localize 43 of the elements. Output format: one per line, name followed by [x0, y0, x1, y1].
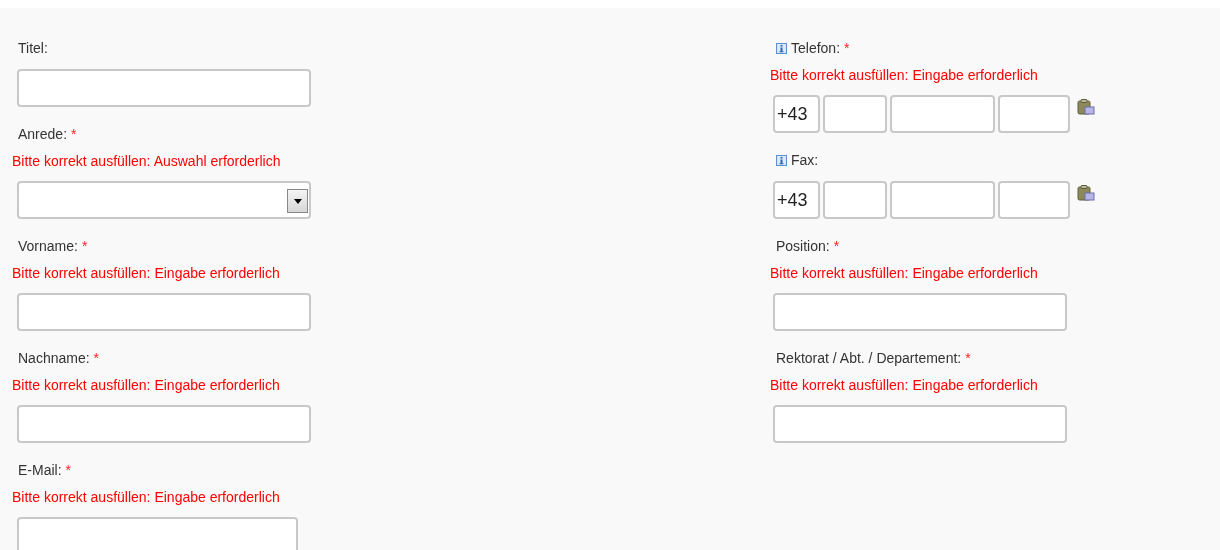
field-label: Titel: [18, 40, 48, 56]
error-message: Bitte korrekt ausfüllen: Auswahl erforderlich [12, 152, 282, 171]
field-label: Position: [776, 238, 830, 254]
field-label: E-Mail: [18, 462, 62, 478]
text-input[interactable] [17, 405, 311, 443]
dropdown-caret-icon[interactable] [287, 189, 308, 213]
error-message: Bitte korrekt ausfüllen: Eingabe erforderlich [770, 66, 1039, 85]
field-label: Nachname: [18, 350, 90, 366]
required-asterisk: * [965, 350, 971, 366]
field-label: Anrede: [18, 126, 68, 142]
field-label: Telefon: [791, 40, 841, 56]
extension-input[interactable] [998, 95, 1070, 133]
required-asterisk: * [81, 238, 88, 254]
field-label: Rektorat / Abt. / Departement: [776, 350, 962, 366]
error-message: Bitte korrekt ausfüllen: Eingabe erforderlich [12, 264, 281, 283]
phone-number-input[interactable] [890, 181, 995, 219]
required-asterisk: * [93, 350, 100, 366]
dropdown-field[interactable] [17, 181, 311, 219]
text-input[interactable] [773, 293, 1067, 331]
country-code-input[interactable]: +43 [773, 95, 820, 133]
error-message: Bitte korrekt ausfüllen: Eingabe erforderlich [770, 376, 1039, 395]
text-input[interactable] [773, 405, 1067, 443]
required-asterisk: * [71, 126, 77, 142]
required-asterisk: * [65, 462, 71, 478]
country-code-input[interactable]: +43 [773, 181, 820, 219]
phone-number-input[interactable] [890, 95, 995, 133]
clipboard-icon[interactable] [1077, 99, 1095, 115]
area-code-input[interactable] [823, 95, 887, 133]
text-input[interactable] [17, 69, 311, 107]
error-message: Bitte korrekt ausfüllen: Eingabe erforderlich [12, 376, 281, 395]
extension-input[interactable] [998, 181, 1070, 219]
error-message: Bitte korrekt ausfüllen: Eingabe erforderlich [12, 488, 281, 507]
clipboard-icon[interactable] [1077, 185, 1095, 201]
text-input[interactable] [17, 517, 298, 550]
required-asterisk: * [833, 238, 840, 254]
field-label: Vorname: [18, 238, 78, 254]
text-input[interactable] [17, 293, 311, 331]
field-label: Fax: [791, 152, 819, 168]
required-asterisk: * [844, 40, 850, 56]
info-icon[interactable] [776, 42, 787, 54]
area-code-input[interactable] [823, 181, 887, 219]
error-message: Bitte korrekt ausfüllen: Eingabe erforderlich [770, 264, 1039, 283]
info-icon[interactable] [776, 154, 787, 166]
